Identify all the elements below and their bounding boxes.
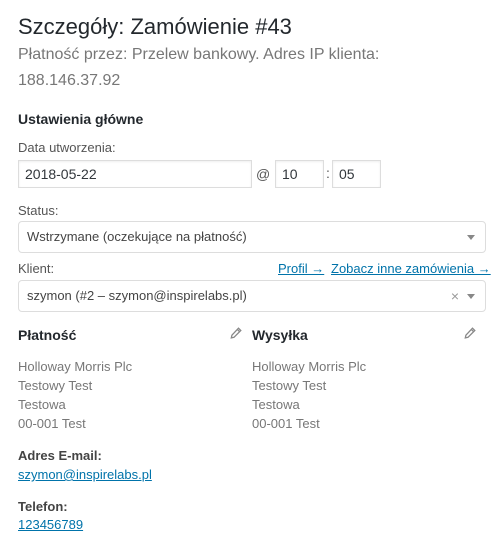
status-select[interactable]: Wstrzymane (oczekujące na płatność) <box>18 221 486 253</box>
date-created-input[interactable]: 2018-05-22 <box>18 160 252 188</box>
shipping-address-line: Testowa <box>252 397 300 412</box>
phone-label: Telefon: <box>18 499 68 514</box>
email-link[interactable]: szymon@inspirelabs.pl <box>18 467 152 482</box>
hour-input[interactable]: 10 <box>275 160 324 188</box>
email-label: Adres E-mail: <box>18 448 102 463</box>
other-orders-link[interactable]: Zobacz inne zamówienia → <box>331 261 491 276</box>
status-label: Status: <box>18 203 59 218</box>
page-title: Szczegóły: Zamówienie #43 <box>18 14 292 39</box>
at-symbol: @ <box>256 166 271 182</box>
pencil-icon[interactable] <box>230 326 242 344</box>
time-colon: : <box>326 165 330 181</box>
billing-address-line: 00-001 Test <box>18 416 86 431</box>
chevron-down-icon <box>467 294 475 299</box>
billing-heading: Płatność <box>18 327 77 343</box>
billing-address-line: Testowa <box>18 397 66 412</box>
shipping-address-line: Testowy Test <box>252 378 327 393</box>
shipping-address-line: Holloway Morris Plc <box>252 359 367 374</box>
phone-link[interactable]: 123456789 <box>18 517 83 532</box>
client-select-value: szymon (#2 – szymon@inspirelabs.pl) <box>27 288 247 303</box>
billing-address-line: Holloway Morris Plc <box>18 359 133 374</box>
billing-address: Holloway Morris Plc Testowy Test Testowa… <box>18 357 132 433</box>
client-label: Klient: <box>18 261 55 276</box>
shipping-address: Holloway Morris Plc Testowy Test Testowa… <box>252 357 366 433</box>
shipping-address-line: 00-001 Test <box>252 416 320 431</box>
billing-address-line: Testowy Test <box>18 378 93 393</box>
date-created-label: Data utworzenia: <box>18 140 116 155</box>
pencil-icon[interactable] <box>464 326 476 344</box>
page-subtitle: Płatność przez: Przelew bankowy. Adres I… <box>18 46 380 89</box>
chevron-down-icon <box>467 235 475 240</box>
minute-input[interactable]: 05 <box>332 160 381 188</box>
shipping-heading: Wysyłka <box>252 327 308 343</box>
status-select-value: Wstrzymane (oczekujące na płatność) <box>27 229 247 244</box>
client-select[interactable]: szymon (#2 – szymon@inspirelabs.pl) × <box>18 280 486 312</box>
clear-icon[interactable]: × <box>451 281 459 311</box>
profile-link[interactable]: Profil → <box>278 261 324 276</box>
section-title-general: Ustawienia główne <box>18 111 144 127</box>
